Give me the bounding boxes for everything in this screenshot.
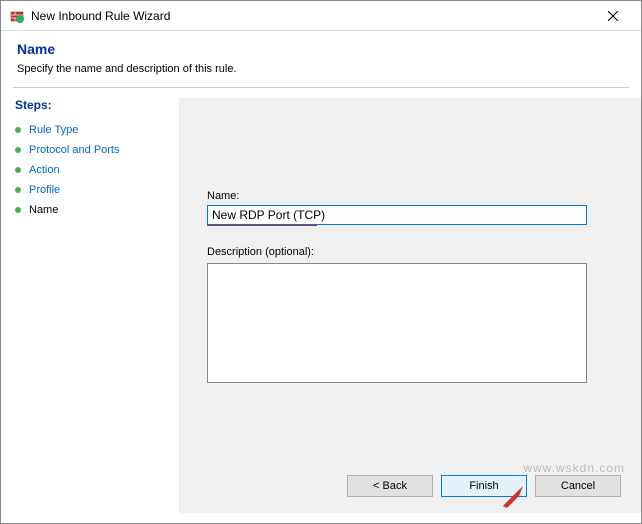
close-button[interactable] xyxy=(593,2,633,30)
step-rule-type[interactable]: Rule Type xyxy=(15,120,165,140)
firewall-icon xyxy=(9,8,25,24)
step-profile[interactable]: Profile xyxy=(15,180,165,200)
close-icon xyxy=(608,11,618,21)
main-panel: Name: Description (optional): www.wskdn.… xyxy=(179,98,641,513)
bullet-icon xyxy=(15,127,21,133)
step-label: Rule Type xyxy=(29,124,78,136)
step-label: Protocol and Ports xyxy=(29,144,120,156)
step-label: Name xyxy=(29,204,58,216)
step-protocol-ports[interactable]: Protocol and Ports xyxy=(15,140,165,160)
wizard-header: Name Specify the name and description of… xyxy=(1,31,641,87)
steps-title: Steps: xyxy=(15,98,165,112)
steps-list: Rule Type Protocol and Ports Action Prof… xyxy=(15,120,165,220)
step-name: Name xyxy=(15,200,165,220)
description-label: Description (optional): xyxy=(207,246,613,258)
cancel-button[interactable]: Cancel xyxy=(535,475,621,497)
page-description: Specify the name and description of this… xyxy=(17,63,625,75)
back-button[interactable]: < Back xyxy=(347,475,433,497)
step-label: Action xyxy=(29,164,60,176)
button-row: < Back Finish Cancel xyxy=(347,475,621,497)
bullet-icon xyxy=(15,167,21,173)
bullet-icon xyxy=(15,147,21,153)
step-action[interactable]: Action xyxy=(15,160,165,180)
titlebar: New Inbound Rule Wizard xyxy=(1,1,641,31)
content-area: Steps: Rule Type Protocol and Ports Acti… xyxy=(1,98,641,478)
name-label: Name: xyxy=(207,190,613,202)
watermark: www.wskdn.com xyxy=(523,461,625,475)
finish-button[interactable]: Finish xyxy=(441,475,527,497)
bullet-icon xyxy=(15,187,21,193)
step-label: Profile xyxy=(29,184,60,196)
steps-sidebar: Steps: Rule Type Protocol and Ports Acti… xyxy=(1,98,179,478)
page-title: Name xyxy=(17,41,625,57)
window-title: New Inbound Rule Wizard xyxy=(31,9,593,23)
name-input[interactable] xyxy=(207,205,587,225)
description-textarea[interactable] xyxy=(207,263,587,383)
divider xyxy=(13,87,629,88)
bullet-icon xyxy=(15,207,21,213)
